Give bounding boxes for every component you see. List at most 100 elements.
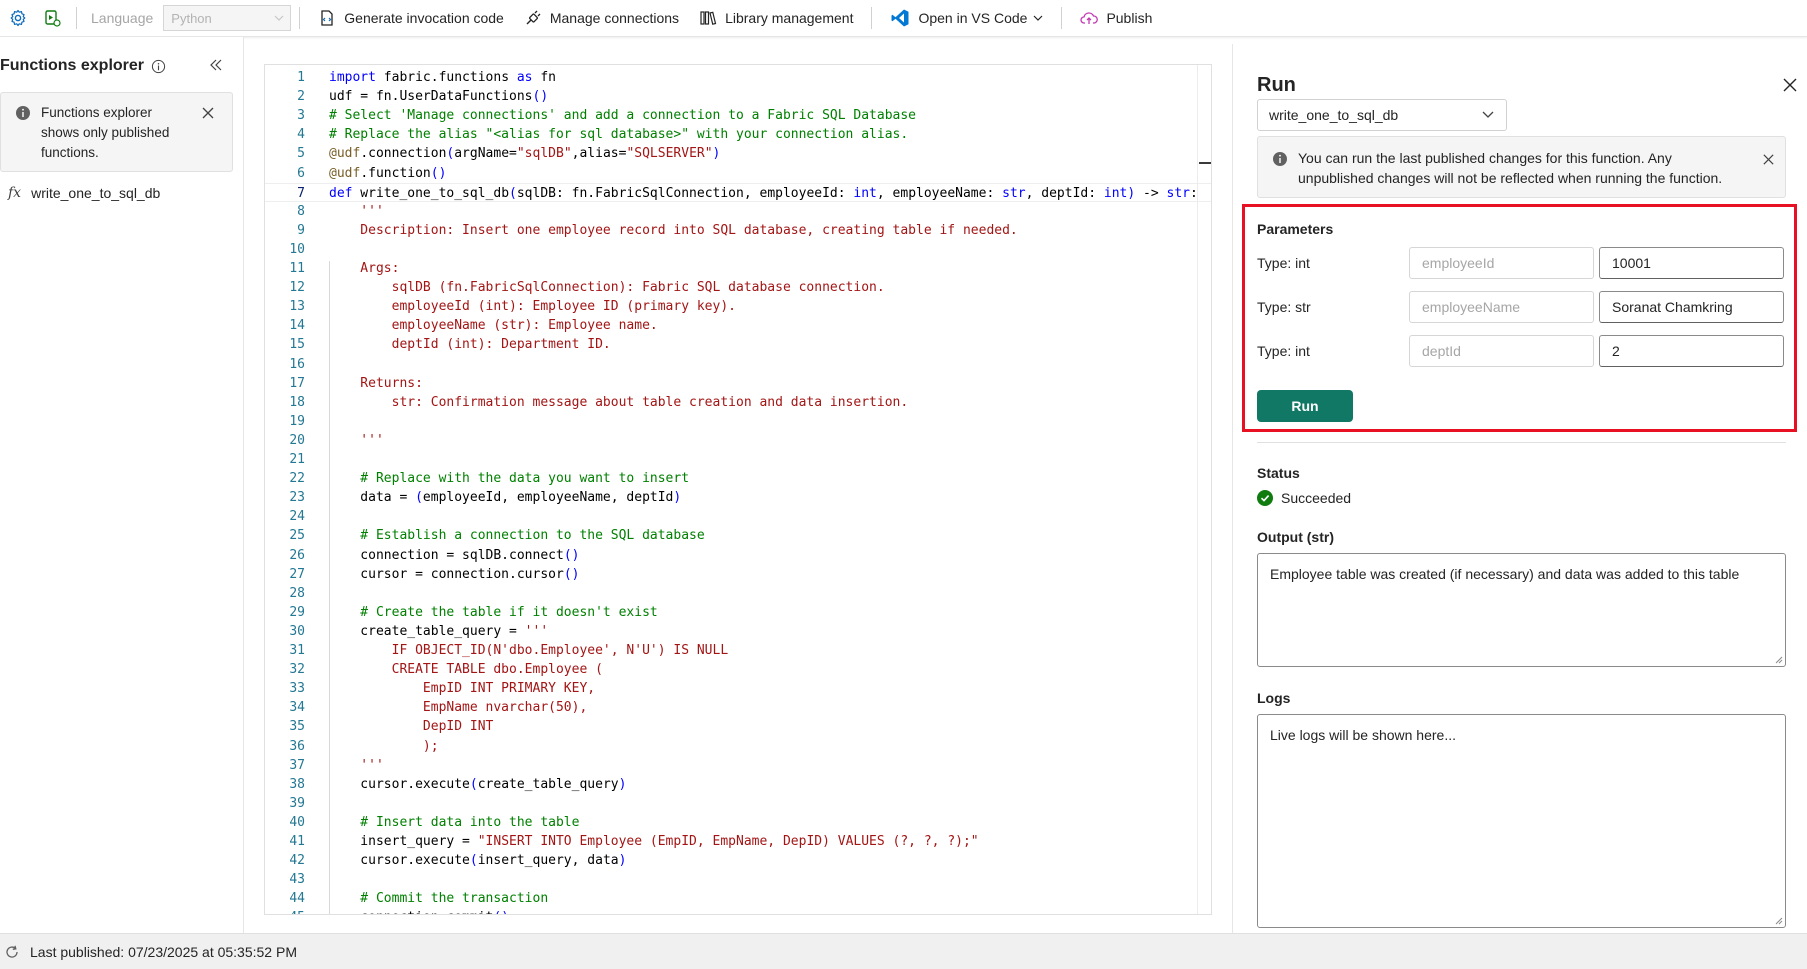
run-button[interactable]: Run [1257,390,1353,422]
code-text: @udf.connection(argName="sqlDB",alias="S… [329,146,721,162]
code-line[interactable]: 10 [265,240,1211,259]
info-filled-icon [16,106,30,120]
line-number: 4 [297,127,305,143]
code-line[interactable]: 7 def write_one_to_sql_db(sqlDB: fn.Fabri… [265,182,1211,202]
line-number: 44 [289,891,305,907]
output-textarea[interactable]: Employee table was created (if necessary… [1257,553,1786,667]
info-icon[interactable] [151,59,166,74]
status-value: Succeeded [1281,490,1352,506]
toolbar-divider [299,7,301,29]
code-line[interactable]: 40 # Insert data into the table [265,813,1211,832]
divider [1257,442,1786,443]
parameter-name-field: employeeId [1409,247,1594,279]
function-list-item[interactable]: fx write_one_to_sql_db [8,185,160,201]
parameter-value-input[interactable]: 2 [1599,335,1784,367]
code-line[interactable]: 12 sqlDB (fn.FabricSqlConnection): Fabri… [265,278,1211,297]
flask-run-icon[interactable] [42,8,62,28]
line-number: 11 [289,261,305,276]
code-line[interactable]: 37 ''' [265,756,1211,775]
parameter-value-input[interactable]: Soranat Chamkring [1599,291,1784,323]
code-line[interactable]: 11 Args: [265,259,1211,278]
code-line[interactable]: 9 Description: Insert one employee recor… [265,221,1211,240]
code-line[interactable]: 4 # Replace the alias "<alias for sql dat… [265,125,1211,144]
generate-invocation-code-label: Generate invocation code [344,10,504,26]
resize-grip-icon[interactable] [1774,655,1783,664]
cursor-marker [1199,162,1211,164]
code-line[interactable]: 31 IF OBJECT_ID(N'dbo.Employee', N'U') I… [265,641,1211,660]
manage-connections-button[interactable]: Manage connections [514,0,689,36]
code-line[interactable]: 14 employeeName (str): Employee name. [265,316,1211,335]
code-line[interactable]: 21 [265,450,1211,469]
code-line[interactable]: 32 CREATE TABLE dbo.Employee ( [265,660,1211,679]
publish-button[interactable]: Publish [1070,0,1162,36]
line-number: 8 [297,203,305,219]
code-line[interactable]: 44 # Commit the transaction [265,889,1211,908]
code-line[interactable]: 34 EmpName nvarchar(50), [265,698,1211,717]
close-icon[interactable] [1783,78,1797,92]
code-line[interactable]: 18 str: Confirmation message about table… [265,393,1211,412]
code-line[interactable]: 27 cursor = connection.cursor() [265,565,1211,584]
parameter-value-input[interactable]: 10001 [1599,247,1784,279]
code-line[interactable]: 15 deptId (int): Department ID. [265,335,1211,354]
code-line[interactable]: 25 # Establish a connection to the SQL d… [265,526,1211,545]
code-line[interactable]: 5 @udf.connection(argName="sqlDB",alias="… [265,144,1211,163]
line-number: 29 [289,604,305,620]
open-in-vscode-button[interactable]: Open in VS Code [880,0,1053,36]
line-number: 28 [289,585,305,601]
logs-textarea[interactable]: Live logs will be shown here... [1257,714,1786,928]
refresh-sync-icon [6,945,18,958]
code-line[interactable]: 43 [265,870,1211,889]
code-line[interactable]: 45 connection.commit() [265,908,1211,914]
code-line[interactable]: 19 [265,412,1211,431]
code-text: connection.commit() [329,908,509,914]
library-management-button[interactable]: Library management [689,0,863,36]
gear-icon[interactable] [8,8,28,28]
explorer-info-text: Functions explorer shows only published … [41,105,170,160]
close-icon[interactable] [201,106,215,120]
code-text: # Commit the transaction [329,891,549,907]
line-number: 43 [289,872,305,888]
code-line[interactable]: 13 employeeId (int): Employee ID (primar… [265,297,1211,316]
code-text: ''' [329,203,384,219]
code-line[interactable]: 41 insert_query = "INSERT INTO Employee … [265,832,1211,851]
code-line[interactable]: 2 udf = fn.UserDataFunctions() [265,87,1211,106]
line-number: 26 [289,547,305,563]
code-text: EmpName nvarchar(50), [329,700,588,716]
line-number: 37 [289,757,305,773]
code-line[interactable]: 36 ); [265,737,1211,756]
code-line[interactable]: 3 # Select 'Manage connections' and add a… [265,106,1211,125]
parameter-row-deptid: Type: int deptId 2 [1257,335,1797,368]
code-line[interactable]: 8 ''' [265,202,1211,221]
code-editor[interactable]: 1 import fabric.functions as fn 2 udf = fn.… [264,64,1212,915]
open-in-vscode-label: Open in VS Code [918,10,1028,26]
functions-explorer-title: Functions explorer [0,57,166,75]
code-text: def write_one_to_sql_db(sqlDB: fn.Fabric… [329,185,1198,201]
function-select[interactable]: write_one_to_sql_db [1257,99,1507,131]
code-line[interactable]: 29 # Create the table if it doesn't exis… [265,603,1211,622]
code-line[interactable]: 39 [265,794,1211,813]
code-line[interactable]: 23 data = (employeeId, employeeName, dep… [265,488,1211,507]
code-line[interactable]: 26 connection = sqlDB.connect() [265,546,1211,565]
code-line[interactable]: 38 cursor.execute(create_table_query) [265,775,1211,794]
code-line[interactable]: 1 import fabric.functions as fn [265,68,1211,87]
code-line[interactable]: 16 [265,355,1211,374]
code-line[interactable]: 20 ''' [265,431,1211,450]
code-line[interactable]: 33 EmpID INT PRIMARY KEY, [265,679,1211,698]
code-line[interactable]: 30 create_table_query = ''' [265,622,1211,641]
code-text: # Create the table if it doesn't exist [329,604,658,620]
code-line[interactable]: 22 # Replace with the data you want to i… [265,469,1211,488]
code-line[interactable]: 28 [265,584,1211,603]
code-line[interactable]: 6 @udf.function() [265,164,1211,183]
line-number: 38 [289,776,305,792]
collapse-panel-icon[interactable] [208,57,224,73]
editor-scrollbar[interactable] [1197,65,1211,914]
generate-invocation-code-button[interactable]: Generate invocation code [308,0,514,36]
close-icon[interactable] [1762,153,1775,166]
code-line[interactable]: 42 cursor.execute(insert_query, data) [265,851,1211,870]
status-indicator: Succeeded [1257,490,1351,506]
code-line[interactable]: 35 DepID INT [265,717,1211,736]
code-line[interactable]: 24 [265,507,1211,526]
line-number: 9 [297,222,305,238]
resize-grip-icon[interactable] [1774,916,1783,925]
code-line[interactable]: 17 Returns: [265,374,1211,393]
